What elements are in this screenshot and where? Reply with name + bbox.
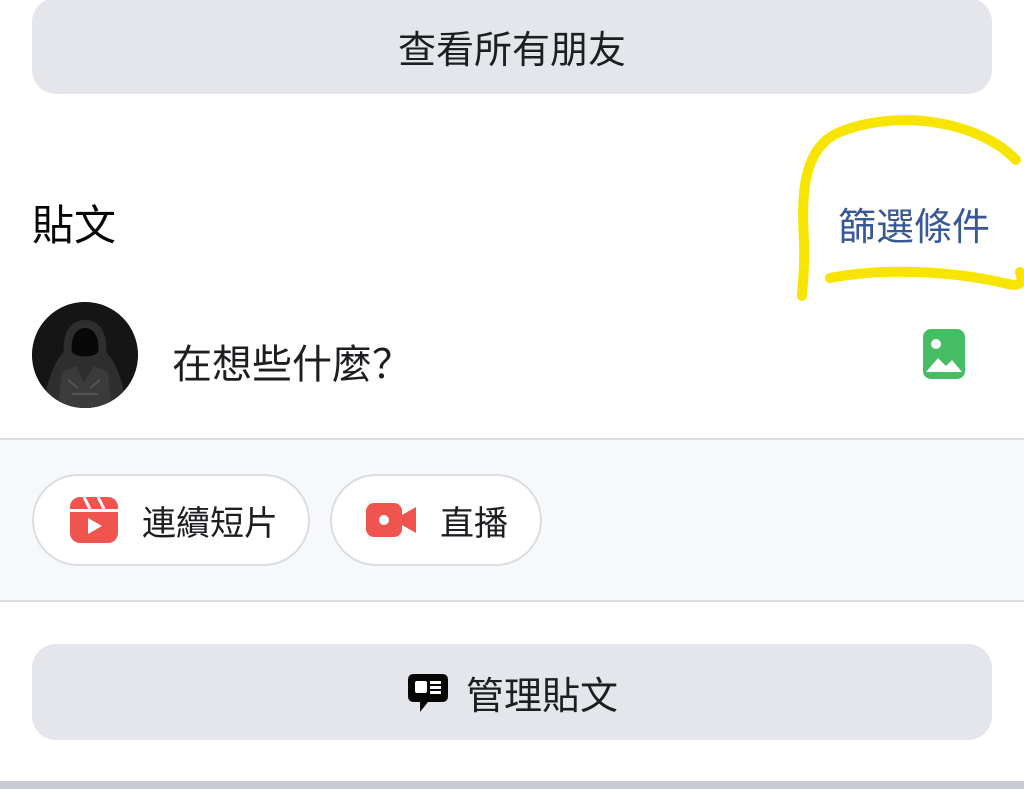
user-avatar[interactable] (32, 302, 138, 408)
see-all-friends-button[interactable]: 查看所有朋友 (32, 0, 992, 94)
manage-posts-content: 管理貼文 (406, 665, 618, 720)
reels-label: 連續短片 (142, 503, 278, 544)
post-composer[interactable]: 在想些什麼？ (32, 300, 992, 408)
live-video-icon (366, 503, 416, 537)
photo-icon[interactable] (922, 328, 966, 380)
profile-posts-section: 查看所有朋友 貼文 篩選條件 在想些什麼？ 連續短片 直播 管理貼文 (0, 0, 1024, 789)
hooded-figure-avatar-icon (32, 302, 138, 408)
reels-button[interactable]: 連續短片 (32, 474, 310, 566)
manage-posts-label: 管理貼文 (465, 673, 618, 718)
posts-header: 貼文 篩選條件 (32, 186, 992, 250)
see-all-friends-label: 查看所有朋友 (397, 27, 626, 72)
live-video-label: 直播 (440, 503, 508, 544)
composer-prompt[interactable]: 在想些什麼？ (172, 332, 412, 390)
reels-icon (70, 496, 118, 543)
divider (0, 600, 1024, 602)
chat-bubble-icon (407, 674, 448, 712)
quick-actions-bar: 連續短片 直播 (0, 440, 1024, 600)
live-video-button[interactable]: 直播 (330, 474, 542, 566)
manage-posts-button[interactable]: 管理貼文 (32, 644, 992, 740)
posts-title: 貼文 (32, 201, 117, 250)
section-separator (0, 781, 1024, 789)
filter-button[interactable]: 篩選條件 (838, 196, 990, 251)
